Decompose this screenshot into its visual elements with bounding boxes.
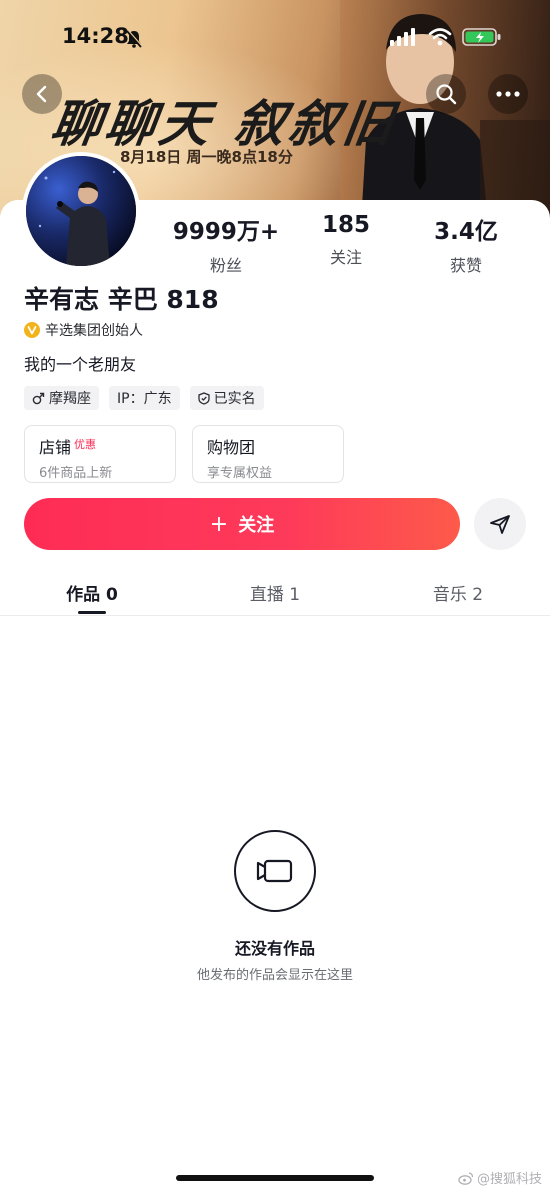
search-button[interactable] [426,74,466,114]
stat-label: 获赞 [449,256,482,275]
profile-tags: 摩羯座 IP：广东 已实名 [24,386,274,410]
weibo-logo-icon [458,1171,474,1185]
follow-label: 关注 [238,515,275,536]
plus-icon: + [209,511,229,537]
more-icon [496,91,520,97]
tab-music[interactable]: 音乐 2 [388,580,528,605]
status-time: 14:28 [62,24,129,48]
back-button[interactable] [22,74,62,114]
chevron-left-icon [36,85,47,103]
avatar-image [26,156,136,266]
stat-likes[interactable]: 3.4亿 获赞 [406,212,526,276]
content-tabs: 作品 0 直播 1 音乐 2 [0,570,550,616]
mute-bell-icon [126,30,143,48]
watermark: @搜狐科技 [458,1168,542,1187]
male-icon [32,392,45,404]
shop-subtitle: 6件商品上新 [39,466,113,481]
wifi-icon [428,28,452,46]
profile-card [0,200,550,1192]
paper-plane-icon [490,515,510,534]
group-buy-card[interactable]: 购物团 享专属权益 [192,425,344,483]
stat-followers[interactable]: 9999万+ 粉丝 [166,212,286,276]
shop-title: 购物团 [207,438,256,457]
empty-state-subtitle: 他发布的作品会显示在这里 [196,968,353,983]
signal-icon [390,28,415,46]
stat-label: 粉丝 [209,256,242,275]
stat-value: 185 [321,212,370,238]
search-icon [436,84,457,105]
profile-name: 辛有志 辛巴 818 [24,285,219,314]
avatar[interactable] [22,152,140,270]
watermark-text: @搜狐科技 [477,1172,543,1187]
stat-value: 9999万+ [172,219,280,245]
verification-text: 辛选集团创始人 [45,323,143,339]
stat-label: 关注 [329,248,362,267]
share-button[interactable] [474,498,526,550]
tab-works[interactable]: 作品 0 [22,580,162,605]
battery-icon [462,28,501,46]
video-camera-icon [256,859,293,883]
home-indicator[interactable] [176,1175,374,1181]
shop-subtitle: 享专属权益 [207,466,273,481]
tab-active-indicator [78,611,106,614]
stat-value: 3.4亿 [434,219,498,245]
empty-state-icon [234,830,316,912]
tag-zodiac: 摩羯座 [24,386,99,410]
tag-label: IP：广东 [117,391,172,407]
shop-card[interactable]: 店铺 优惠 6件商品上新 [24,425,176,483]
empty-state-title: 还没有作品 [234,939,315,958]
tab-live[interactable]: 直播 1 [205,580,345,605]
tag-label: 摩羯座 [49,391,91,407]
tag-label: 已实名 [213,391,256,407]
follow-button[interactable]: + 关注 [24,498,460,550]
shield-icon [197,391,210,405]
shop-badge: 优惠 [74,438,97,451]
verified-badge-icon [24,322,40,338]
banner-date: 8月18日 周一晚8点18分 [120,148,293,166]
verification-row: 辛选集团创始人 [24,320,143,340]
shop-title: 店铺 [39,438,72,457]
profile-bio: 我的一个老朋友 [24,355,137,374]
tag-ip: IP：广东 [109,386,180,410]
tag-verified: 已实名 [189,386,264,410]
more-button[interactable] [488,74,528,114]
stat-following[interactable]: 185 关注 [286,212,406,268]
